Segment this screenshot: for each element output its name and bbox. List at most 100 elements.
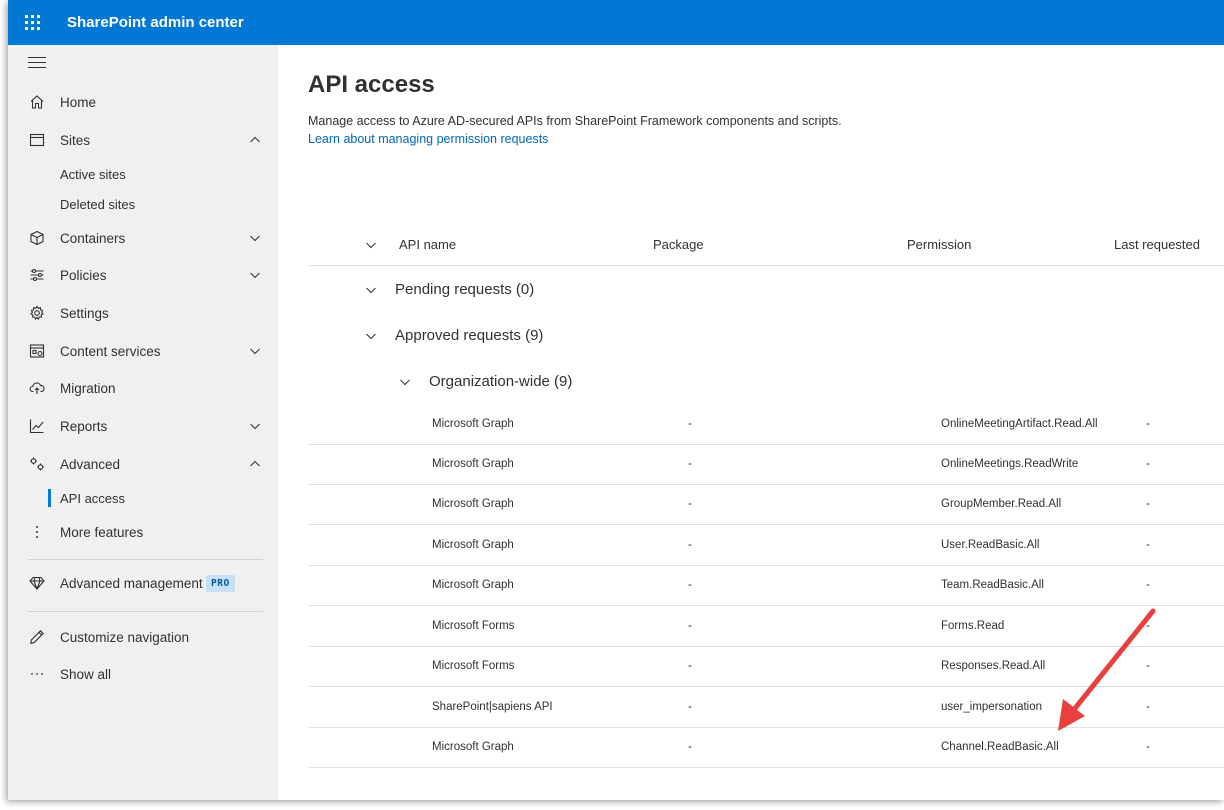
nav-customize-navigation[interactable]: Customize navigation [8, 619, 278, 655]
cell-api-name: SharePoint|sapiens API [432, 701, 553, 713]
main-content: API access Manage access to Azure AD-sec… [278, 45, 1224, 800]
group-label: Approved requests (9) [395, 327, 544, 344]
cell-package: - [688, 539, 692, 551]
migration-icon [28, 379, 46, 397]
app-title[interactable]: SharePoint admin center [67, 14, 244, 31]
table-row[interactable]: Microsoft Forms - Forms.Read - [308, 607, 1224, 647]
table-row[interactable]: Microsoft Forms - Responses.Read.All - [308, 647, 1224, 687]
table-row[interactable]: Microsoft Graph - Team.ReadBasic.All - [308, 566, 1224, 606]
nav-label: Policies [60, 267, 107, 283]
cell-last-requested: - [1146, 498, 1150, 510]
nav-label: Containers [60, 230, 126, 246]
waffle-icon [24, 15, 40, 30]
column-header-package[interactable]: Package [653, 237, 704, 252]
group-approved-requests[interactable]: Approved requests (9) [364, 327, 543, 344]
cell-package: - [688, 620, 692, 632]
column-header-permission[interactable]: Permission [907, 237, 971, 252]
cell-last-requested: - [1146, 701, 1150, 713]
nav-label: Active sites [60, 166, 126, 182]
cell-last-requested: - [1146, 579, 1150, 591]
nav-deleted-sites[interactable]: Deleted sites [8, 186, 278, 222]
divider [28, 559, 263, 560]
sidebar: Home Sites Active sites Deleted sites Co… [8, 45, 278, 800]
cell-api-name: Microsoft Forms [432, 660, 515, 672]
cell-package: - [688, 579, 692, 591]
chevron-down-icon[interactable] [248, 231, 262, 245]
table-row[interactable]: Microsoft Graph - OnlineMeetings.ReadWri… [308, 445, 1224, 485]
table-row[interactable]: Microsoft Graph - Channel.ReadBasic.All … [308, 728, 1224, 768]
table-row[interactable]: SharePoint|sapiens API - user_impersonat… [308, 688, 1224, 728]
cell-permission: GroupMember.Read.All [941, 498, 1062, 510]
nav-advanced-management[interactable]: Advanced management PRO [8, 565, 278, 601]
nav-label: Settings [60, 305, 109, 321]
cell-package: - [688, 498, 692, 510]
group-organization-wide[interactable]: Organization-wide (9) [398, 373, 572, 390]
sites-icon [28, 131, 46, 149]
chevron-up-icon[interactable] [248, 133, 262, 147]
group-pending-requests[interactable]: Pending requests (0) [364, 281, 534, 298]
divider [28, 611, 263, 612]
more-icon [28, 523, 46, 541]
nav-more-features[interactable]: More features [8, 514, 278, 550]
cell-last-requested: - [1146, 418, 1150, 430]
cell-last-requested: - [1146, 620, 1150, 632]
nav-label: More features [60, 524, 144, 540]
hamburger-icon[interactable] [28, 57, 46, 71]
nav-reports[interactable]: Reports [8, 408, 278, 444]
nav-advanced[interactable]: Advanced [8, 446, 278, 482]
page-title: API access [308, 71, 435, 98]
nav-show-all[interactable]: Show all [8, 656, 278, 692]
chevron-down-icon[interactable] [248, 419, 262, 433]
table-row[interactable]: Microsoft Graph - User.ReadBasic.All - [308, 526, 1224, 566]
learn-more-link[interactable]: Learn about managing permission requests [308, 132, 548, 146]
column-header-api-name[interactable]: API name [399, 237, 456, 252]
nav-sites[interactable]: Sites [8, 122, 278, 158]
nav-containers[interactable]: Containers [8, 220, 278, 256]
header-divider [308, 265, 1224, 266]
nav-home[interactable]: Home [8, 84, 278, 120]
chevron-down-icon[interactable] [364, 238, 378, 252]
nav-label: Content services [60, 343, 161, 359]
nav-migration[interactable]: Migration [8, 370, 278, 406]
nav-policies[interactable]: Policies [8, 257, 278, 293]
group-label: Pending requests (0) [395, 281, 535, 298]
nav-label: Show all [60, 666, 112, 682]
page-description: Manage access to Azure AD-secured APIs f… [308, 114, 842, 128]
cell-package: - [688, 741, 692, 753]
cell-api-name: Microsoft Graph [432, 741, 514, 753]
nav-label: Migration [60, 380, 116, 396]
nav-label: Customize navigation [60, 629, 190, 645]
chevron-down-icon [364, 283, 378, 297]
nav-content-services[interactable]: Content services [8, 333, 278, 369]
cell-last-requested: - [1146, 741, 1150, 753]
app-launcher-button[interactable] [8, 0, 56, 45]
cell-api-name: Microsoft Graph [432, 539, 514, 551]
cell-package: - [688, 701, 692, 713]
ellipsis-icon [28, 665, 46, 683]
cell-package: - [688, 458, 692, 470]
cell-api-name: Microsoft Graph [432, 458, 514, 470]
nav-label: Reports [60, 418, 108, 434]
cell-permission: Team.ReadBasic.All [941, 579, 1044, 591]
group-label: Organization-wide (9) [429, 373, 573, 390]
chevron-down-icon[interactable] [248, 344, 262, 358]
chevron-down-icon[interactable] [248, 268, 262, 282]
nav-settings[interactable]: Settings [8, 295, 278, 331]
cell-permission: OnlineMeetings.ReadWrite [941, 458, 1079, 470]
active-indicator [48, 489, 51, 507]
cell-permission: user_impersonation [941, 701, 1043, 713]
cell-last-requested: - [1146, 458, 1150, 470]
cell-permission: User.ReadBasic.All [941, 539, 1040, 551]
column-header-last-requested[interactable]: Last requested [1114, 237, 1200, 252]
nav-label: API access [60, 490, 126, 506]
cell-package: - [688, 418, 692, 430]
cell-package: - [688, 660, 692, 672]
chevron-down-icon [398, 375, 412, 389]
nav-api-access[interactable]: API access [8, 480, 278, 516]
pro-badge: PRO [206, 575, 235, 592]
nav-label: Sites [60, 132, 91, 148]
table-row[interactable]: Microsoft Graph - OnlineMeetingArtifact.… [308, 405, 1224, 445]
cell-api-name: Microsoft Graph [432, 579, 514, 591]
table-row[interactable]: Microsoft Graph - GroupMember.Read.All - [308, 485, 1224, 525]
chevron-up-icon[interactable] [248, 457, 262, 471]
